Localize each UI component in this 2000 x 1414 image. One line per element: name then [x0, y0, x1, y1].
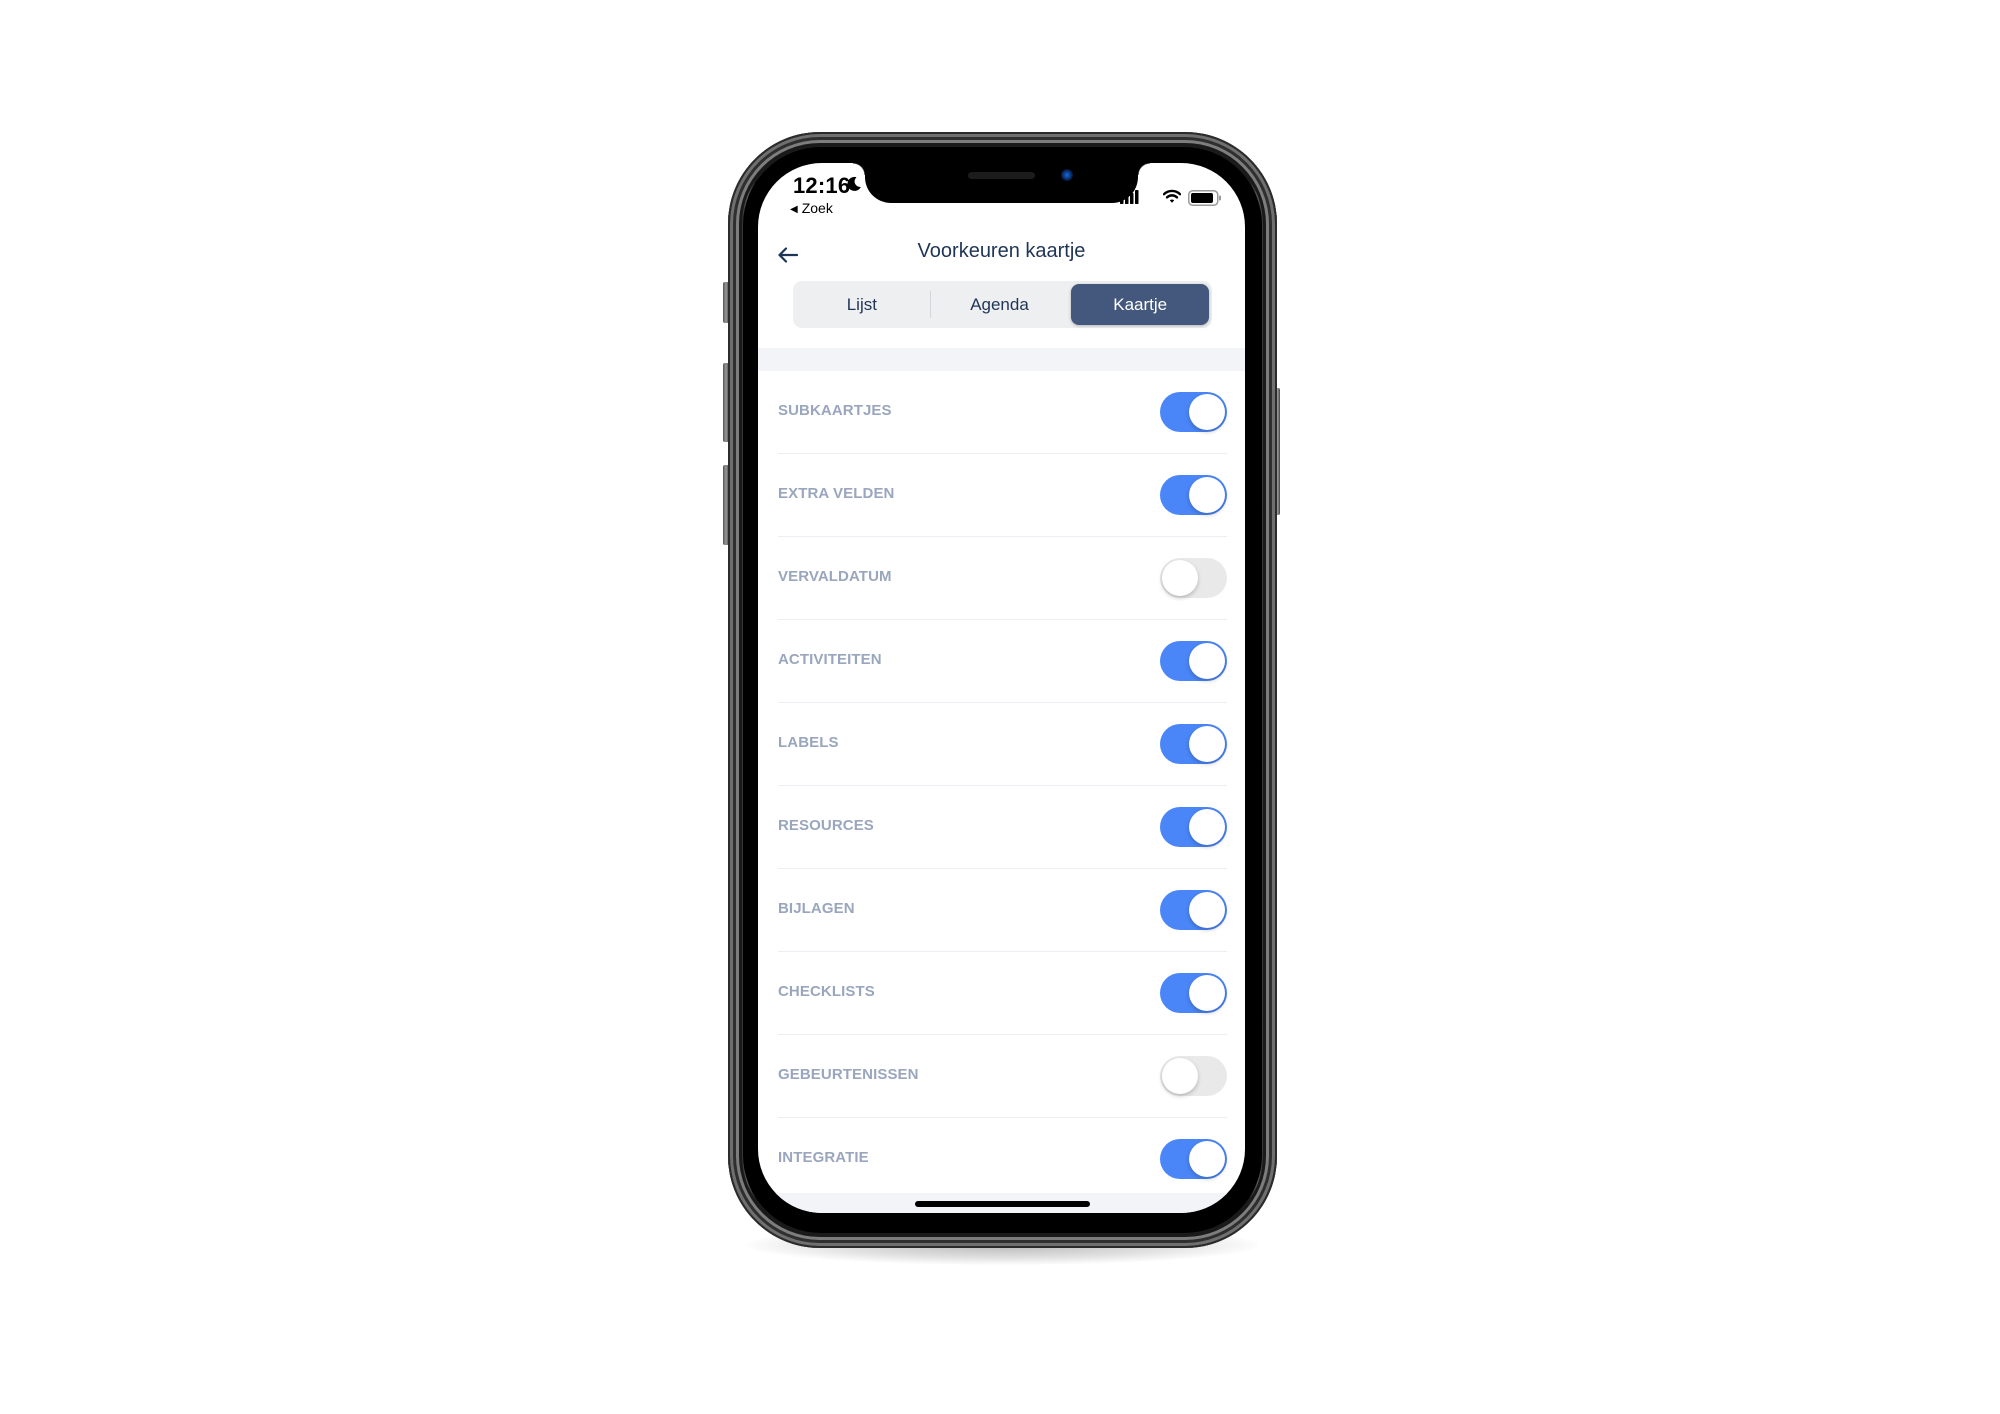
setting-row-bijlagen: BIJLAGEN: [778, 869, 1227, 952]
toggle-knob: [1189, 643, 1225, 679]
setting-row-checklists: CHECKLISTS: [778, 952, 1227, 1035]
toggle-extra-velden[interactable]: [1160, 475, 1227, 515]
signal-icon: [1120, 190, 1139, 204]
setting-row-integratie: INTEGRATIE: [778, 1118, 1227, 1201]
phone-screen: 12:16 ◀ Zoek Voorkeuren kaartje Lijst Age…: [758, 163, 1245, 1213]
notch: [853, 163, 1150, 203]
toggle-knob: [1162, 560, 1198, 596]
back-to-app-link[interactable]: ◀ Zoek: [790, 200, 833, 216]
moon-icon: [847, 176, 861, 191]
setting-label: ACTIVITEITEN: [778, 651, 882, 668]
toggle-integratie[interactable]: [1160, 1139, 1227, 1179]
front-camera: [1061, 169, 1073, 181]
setting-label: SUBKAARTJES: [778, 402, 892, 419]
tab-kaartje[interactable]: Kaartje: [1071, 284, 1210, 325]
status-time: 12:16: [793, 173, 851, 198]
toggle-knob: [1189, 975, 1225, 1011]
view-segmented-control: Lijst Agenda Kaartje: [793, 281, 1212, 328]
page-title: Voorkeuren kaartje: [917, 240, 1086, 262]
battery-icon: [1188, 190, 1221, 206]
toggle-activiteiten[interactable]: [1160, 641, 1227, 681]
setting-label: VERVALDATUM: [778, 568, 892, 585]
setting-row-labels: LABELS: [778, 703, 1227, 786]
setting-row-gebeurtenissen: GEBEURTENISSEN: [778, 1035, 1227, 1118]
setting-label: INTEGRATIE: [778, 1149, 869, 1166]
setting-label: CHECKLISTS: [778, 983, 875, 1000]
toggle-knob: [1162, 1058, 1198, 1094]
setting-label: GEBEURTENISSEN: [778, 1066, 919, 1083]
toggle-knob: [1189, 477, 1225, 513]
setting-row-resources: RESOURCES: [778, 786, 1227, 869]
toggle-knob: [1189, 809, 1225, 845]
back-to-app-label: Zoek: [801, 200, 833, 216]
toggle-knob: [1189, 726, 1225, 762]
speaker-grille: [968, 172, 1035, 179]
setting-label: RESOURCES: [778, 817, 874, 834]
setting-row-vervaldatum: VERVALDATUM: [778, 537, 1227, 620]
section-spacer: [758, 348, 1245, 371]
setting-label: LABELS: [778, 734, 839, 751]
setting-label: EXTRA VELDEN: [778, 485, 895, 502]
setting-label: BIJLAGEN: [778, 900, 855, 917]
toggle-resources[interactable]: [1160, 807, 1227, 847]
toggle-labels[interactable]: [1160, 724, 1227, 764]
toggle-checklists[interactable]: [1160, 973, 1227, 1013]
setting-row-extra-velden: EXTRA VELDEN: [778, 454, 1227, 537]
settings-list: SUBKAARTJES EXTRA VELDEN VERVALDATUM ACT…: [758, 371, 1245, 1201]
toggle-vervaldatum[interactable]: [1160, 558, 1227, 598]
home-indicator[interactable]: [915, 1201, 1090, 1207]
toggle-gebeurtenissen[interactable]: [1160, 1056, 1227, 1096]
back-triangle-icon: ◀: [790, 204, 798, 215]
tab-agenda[interactable]: Agenda: [931, 281, 1069, 328]
setting-row-subkaartjes: SUBKAARTJES: [778, 371, 1227, 454]
toggle-subkaartjes[interactable]: [1160, 392, 1227, 432]
toggle-knob: [1189, 394, 1225, 430]
wifi-icon: [1163, 189, 1181, 203]
toggle-knob: [1189, 1141, 1225, 1177]
setting-row-activiteiten: ACTIVITEITEN: [778, 620, 1227, 703]
toggle-knob: [1189, 892, 1225, 928]
tab-lijst[interactable]: Lijst: [793, 281, 931, 328]
toggle-bijlagen[interactable]: [1160, 890, 1227, 930]
